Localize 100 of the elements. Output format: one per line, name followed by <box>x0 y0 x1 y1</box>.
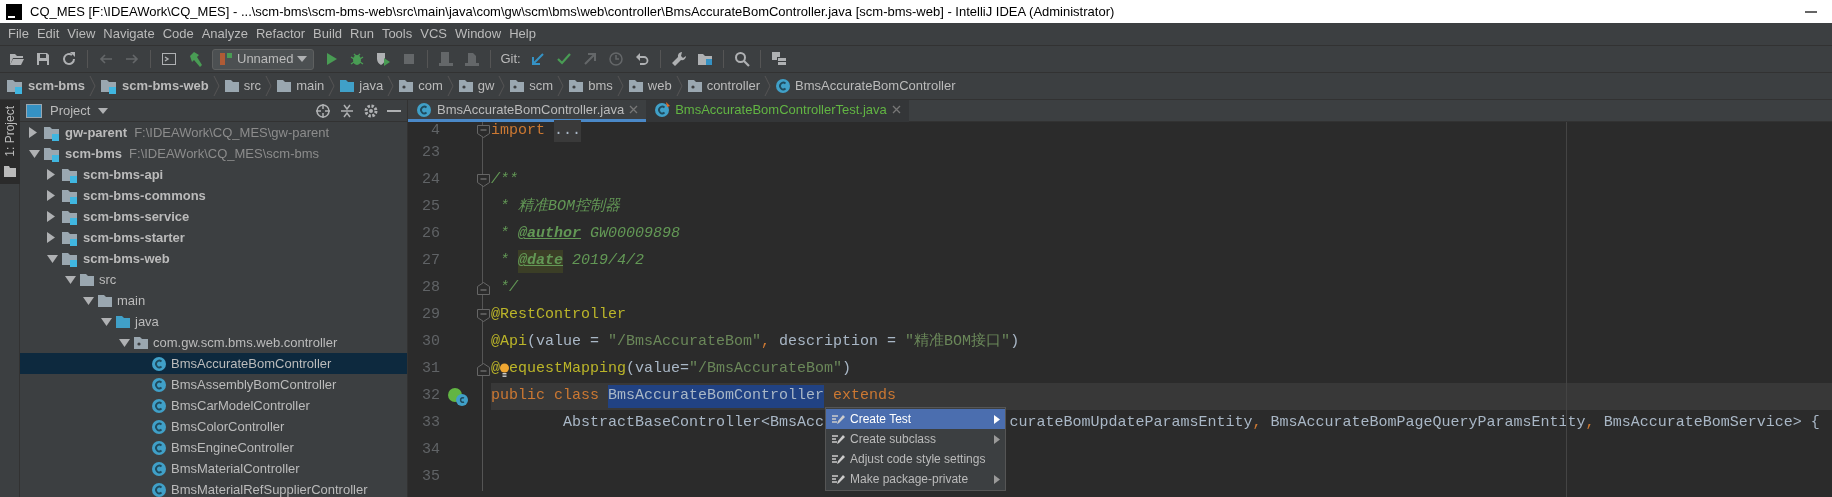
implemented-class-icon[interactable] <box>447 387 468 406</box>
expanded-arrow-icon[interactable] <box>29 149 40 158</box>
sdk-icon[interactable] <box>770 51 787 67</box>
class-icon <box>151 439 167 456</box>
folder-icon <box>223 78 240 94</box>
tree-item[interactable]: main <box>20 290 407 311</box>
menu-item[interactable]: Create Test <box>826 409 1005 429</box>
breadcrumb-item[interactable]: src <box>223 76 262 96</box>
tree-item[interactable]: src <box>20 269 407 290</box>
menu-item[interactable]: Edit <box>32 24 64 44</box>
project-structure-icon[interactable] <box>696 51 713 67</box>
line-number: 35 <box>421 467 440 488</box>
code-text: GW00009898 <box>589 224 681 245</box>
tree-item[interactable]: scm-bms F:\IDEAWork\CQ_MES\scm-bms <box>20 143 407 164</box>
tree-item[interactable]: gw-parent F:\IDEAWork\CQ_MES\gw-parent <box>20 122 407 143</box>
menu-item[interactable]: Analyze <box>197 24 252 44</box>
code-text: * <box>499 251 510 272</box>
menu-item[interactable]: Tools <box>377 24 417 44</box>
breadcrumb-item[interactable]: scm-bms-web <box>100 76 209 96</box>
run-config-dropdown[interactable]: Unnamed <box>212 48 315 70</box>
code-text: description = <box>779 332 898 353</box>
menu-item[interactable]: Run <box>346 24 378 44</box>
breadcrumb-item[interactable]: scm-bms <box>6 76 86 96</box>
fold-marker-icon[interactable] <box>476 363 490 376</box>
module-folder-icon <box>61 229 79 246</box>
menu-item[interactable]: VCS <box>416 24 451 44</box>
panel-title[interactable]: Project <box>50 100 91 121</box>
breadcrumb-item[interactable]: web <box>627 76 672 96</box>
menu-item[interactable]: Code <box>158 24 198 44</box>
tree-item[interactable]: scm-bms-commons <box>20 185 407 206</box>
tree-item[interactable]: BmsColorController <box>20 416 407 437</box>
expanded-arrow-icon[interactable] <box>47 254 58 263</box>
update-arrow-icon[interactable] <box>529 51 546 67</box>
code-text: BmsAccurateBomPageQueryParamsEntity <box>1270 413 1586 434</box>
collapsed-arrow-icon[interactable] <box>47 211 55 222</box>
shield-run-icon[interactable] <box>375 51 392 67</box>
tree-item[interactable]: scm-bms-starter <box>20 227 407 248</box>
menu-item[interactable]: Window <box>450 24 506 44</box>
collapsed-arrow-icon[interactable] <box>47 169 55 180</box>
caret-icon[interactable] <box>98 107 109 114</box>
editor-tab[interactable]: BmsAccurateBomController.java <box>408 100 647 122</box>
tree-item[interactable]: java <box>20 311 407 332</box>
fold-marker-icon[interactable] <box>476 282 490 295</box>
menu-item[interactable]: View <box>63 24 100 44</box>
wrench-icon[interactable] <box>670 51 687 67</box>
breadcrumb-item[interactable]: bms <box>568 76 613 96</box>
expanded-arrow-icon[interactable] <box>101 317 112 326</box>
expanded-arrow-icon[interactable] <box>65 275 76 284</box>
tree-item[interactable]: com.gw.scm.bms.web.controller <box>20 332 407 353</box>
project-tool-button[interactable]: 1: Project <box>0 100 20 184</box>
tree-item[interactable]: scm-bms-web <box>20 248 407 269</box>
class-icon <box>775 78 792 94</box>
class-icon <box>151 460 167 477</box>
collapsed-arrow-icon[interactable] <box>47 190 55 201</box>
tree-item[interactable]: BmsMaterialRefSupplierController <box>20 479 407 497</box>
breadcrumb-item[interactable]: BmsAccurateBomController <box>775 76 956 96</box>
menu-item[interactable]: Navigate <box>99 24 159 44</box>
breadcrumb-item[interactable]: main <box>276 76 325 96</box>
tree-item[interactable]: scm-bms-api <box>20 164 407 185</box>
collapsed-arrow-icon[interactable] <box>47 232 55 243</box>
checkmark-icon[interactable] <box>555 51 572 67</box>
code-text: @RestController <box>491 305 627 326</box>
breadcrumb-item[interactable]: com <box>398 76 443 96</box>
menu-item[interactable]: Refactor <box>251 24 310 44</box>
code-text: "/BmsAccurateBom" <box>689 359 843 380</box>
refresh-icon[interactable] <box>61 51 77 67</box>
search-icon[interactable] <box>733 51 750 67</box>
breadcrumb-item[interactable]: gw <box>457 76 495 96</box>
expanded-arrow-icon[interactable] <box>83 296 94 305</box>
editor-tab[interactable]: BmsAccurateBomControllerTest.java <box>646 100 909 122</box>
tree-item[interactable]: BmsCarModelController <box>20 395 407 416</box>
breadcrumb-item[interactable]: scm <box>509 76 554 96</box>
tree-item[interactable]: BmsEngineController <box>20 437 407 458</box>
save-icon[interactable] <box>35 51 51 67</box>
breadcrumb-item[interactable]: controller <box>686 76 761 96</box>
menu-item[interactable]: Adjust code style settings <box>826 449 1005 469</box>
fold-marker-icon[interactable] <box>476 124 490 138</box>
menu-item[interactable]: File <box>4 24 33 44</box>
terminal-icon[interactable] <box>161 51 177 67</box>
menu-item[interactable]: Build <box>309 24 346 44</box>
tree-item[interactable]: BmsAssemblyBomController <box>20 374 407 395</box>
fold-marker-icon[interactable] <box>476 309 490 322</box>
collapsed-arrow-icon[interactable] <box>29 127 37 138</box>
tree-item[interactable]: scm-bms-service <box>20 206 407 227</box>
menu-item[interactable]: Create subclass <box>826 429 1005 449</box>
fold-marker-icon[interactable] <box>476 174 490 187</box>
settings-icon[interactable] <box>363 102 379 119</box>
collapse-icon[interactable] <box>339 102 355 119</box>
expanded-arrow-icon[interactable] <box>119 338 130 347</box>
hammer-icon[interactable] <box>187 51 203 67</box>
menu-item[interactable]: Help <box>505 24 540 44</box>
tree-item[interactable]: BmsMaterialController <box>20 458 407 479</box>
crosshair-icon[interactable] <box>315 102 331 119</box>
breadcrumb-item[interactable]: java <box>339 76 384 96</box>
menu-item[interactable]: Make package-private <box>826 469 1005 489</box>
bug-icon[interactable] <box>349 51 366 67</box>
close-icon[interactable] <box>891 105 901 114</box>
open-folder-icon[interactable] <box>9 51 25 67</box>
tree-item[interactable]: BmsAccurateBomController <box>20 353 407 374</box>
code-text: 2019/4/2 <box>571 251 645 272</box>
